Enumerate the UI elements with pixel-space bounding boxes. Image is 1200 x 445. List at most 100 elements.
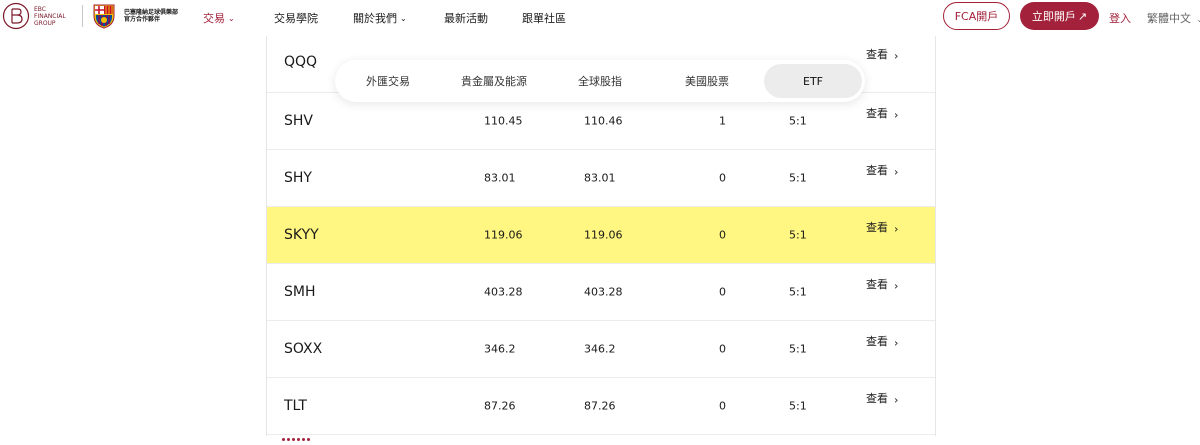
fc-barcelona-crest-icon[interactable]	[90, 2, 118, 30]
nav-item-label: 最新活動	[444, 10, 488, 26]
nav-item-label: 關於我們	[353, 10, 397, 26]
row-ask: 346.2	[584, 343, 616, 356]
row-leverage: 5:1	[789, 400, 807, 413]
row-symbol: SHV	[284, 113, 313, 129]
view-label: 查看	[866, 46, 888, 62]
chevron-right-icon: ›	[894, 279, 898, 292]
row-bid: 110.45	[484, 115, 523, 128]
table-row: SMH 403.28 403.28 0 5:1 查看 ›	[267, 264, 935, 321]
view-label: 查看	[866, 162, 888, 178]
chevron-right-icon: ›	[894, 336, 898, 349]
language-selector[interactable]: 繁體中文 ⌄	[1147, 10, 1200, 26]
nav-item-label: 交易學院	[274, 10, 318, 26]
view-details-link[interactable]: 查看 ›	[866, 341, 898, 357]
row-symbol: SHY	[284, 170, 312, 186]
chevron-right-icon: ›	[894, 393, 898, 406]
login-link[interactable]: 登入	[1109, 10, 1131, 26]
row-spread: 0	[719, 400, 726, 413]
chevron-right-icon: ›	[894, 222, 898, 235]
row-bid: 83.01	[484, 172, 516, 185]
ebc-logo-mark-icon	[2, 2, 30, 30]
tab-label: 外匯交易	[366, 73, 410, 89]
row-leverage: 5:1	[789, 286, 807, 299]
open-account-button[interactable]: 立即開戶 ↗	[1020, 2, 1099, 30]
tab-label: 全球股指	[578, 73, 622, 89]
row-symbol: SMH	[284, 284, 316, 300]
chevron-down-icon: ⌄	[1197, 15, 1200, 24]
view-details-link[interactable]: 查看 ›	[866, 227, 898, 243]
ebc-logo-line: EBC	[34, 6, 66, 13]
chevron-right-icon: ›	[894, 49, 898, 62]
top-navigation-bar: EBC FINANCIAL GROUP 巴塞隆納足球俱樂部 官方合作夥伴 交易 …	[0, 0, 1200, 36]
arrow-up-right-icon: ↗	[1078, 10, 1087, 23]
fcb-partner-line: 巴塞隆納足球俱樂部	[124, 9, 178, 16]
row-leverage: 5:1	[789, 172, 807, 185]
row-spread: 0	[719, 286, 726, 299]
fcb-partner-text: 巴塞隆納足球俱樂部 官方合作夥伴	[124, 9, 178, 23]
row-symbol: SOXX	[284, 341, 322, 357]
view-label: 查看	[866, 390, 888, 406]
fca-account-button-label: FCA開戶	[955, 8, 999, 24]
row-symbol: TLT	[284, 398, 307, 414]
ebc-logo-line: FINANCIAL	[34, 13, 66, 20]
view-label: 查看	[866, 219, 888, 235]
tab-global-indices[interactable]: 全球股指	[557, 64, 643, 98]
row-bid: 346.2	[484, 343, 516, 356]
row-bid: 119.06	[484, 229, 523, 242]
row-leverage: 5:1	[789, 115, 807, 128]
view-label: 查看	[866, 105, 888, 121]
nav-item-trading[interactable]: 交易 ⌄	[203, 10, 235, 26]
view-label: 查看	[866, 276, 888, 292]
table-row-highlighted: SKYY 119.06 119.06 0 5:1 查看 ›	[267, 207, 935, 264]
logo-divider	[82, 5, 83, 27]
row-spread: 1	[719, 115, 726, 128]
view-details-link[interactable]: 查看 ›	[866, 54, 898, 70]
tab-etf[interactable]: ETF	[764, 64, 862, 98]
table-row: SOXX 346.2 346.2 0 5:1 查看 ›	[267, 321, 935, 378]
tab-label: 美國股票	[685, 73, 729, 89]
row-spread: 0	[719, 172, 726, 185]
view-details-link[interactable]: 查看 ›	[866, 170, 898, 186]
row-spread: 0	[719, 343, 726, 356]
nav-item-label: 交易	[203, 10, 225, 26]
ebc-logo[interactable]: EBC FINANCIAL GROUP	[2, 2, 76, 30]
view-label: 查看	[866, 333, 888, 349]
nav-item-copy-trading[interactable]: 跟單社區	[522, 10, 566, 26]
row-ask: 83.01	[584, 172, 616, 185]
tab-metals-energy[interactable]: 貴金屬及能源	[447, 64, 541, 98]
tab-label: 貴金屬及能源	[461, 73, 527, 89]
row-ask: 403.28	[584, 286, 623, 299]
row-leverage: 5:1	[789, 229, 807, 242]
row-leverage: 5:1	[789, 343, 807, 356]
row-bid: 403.28	[484, 286, 523, 299]
tab-us-stocks[interactable]: 美國股票	[663, 64, 751, 98]
view-details-link[interactable]: 查看 ›	[866, 284, 898, 300]
nav-item-events[interactable]: 最新活動	[444, 10, 488, 26]
tab-forex[interactable]: 外匯交易	[343, 64, 433, 98]
chevron-right-icon: ›	[894, 165, 898, 178]
view-details-link[interactable]: 查看 ›	[866, 398, 898, 414]
row-symbol: SKYY	[284, 227, 319, 243]
nav-item-label: 跟單社區	[522, 10, 566, 26]
row-spread: 0	[719, 229, 726, 242]
view-details-link[interactable]: 查看 ›	[866, 113, 898, 129]
language-label: 繁體中文	[1147, 12, 1191, 25]
open-account-button-label: 立即開戶	[1032, 8, 1076, 24]
fcb-partner-line: 官方合作夥伴	[124, 16, 178, 23]
chevron-right-icon: ›	[894, 108, 898, 121]
fca-account-button[interactable]: FCA開戶	[943, 2, 1010, 30]
loading-dots-indicator	[282, 426, 316, 429]
ebc-logo-line: GROUP	[34, 20, 66, 27]
asset-category-tabs: 外匯交易 貴金屬及能源 全球股指 美國股票 ETF	[335, 60, 865, 102]
row-ask: 87.26	[584, 400, 616, 413]
table-row: SHY 83.01 83.01 0 5:1 查看 ›	[267, 150, 935, 207]
chevron-down-icon: ⌄	[400, 14, 407, 23]
row-ask: 110.46	[584, 115, 623, 128]
nav-item-about[interactable]: 關於我們 ⌄	[353, 10, 407, 26]
row-ask: 119.06	[584, 229, 623, 242]
row-bid: 87.26	[484, 400, 516, 413]
tab-label: ETF	[803, 75, 823, 88]
table-row: TLT 87.26 87.26 0 5:1 查看 ›	[267, 378, 935, 435]
nav-item-academy[interactable]: 交易學院	[274, 10, 318, 26]
row-symbol: QQQ	[284, 54, 317, 70]
